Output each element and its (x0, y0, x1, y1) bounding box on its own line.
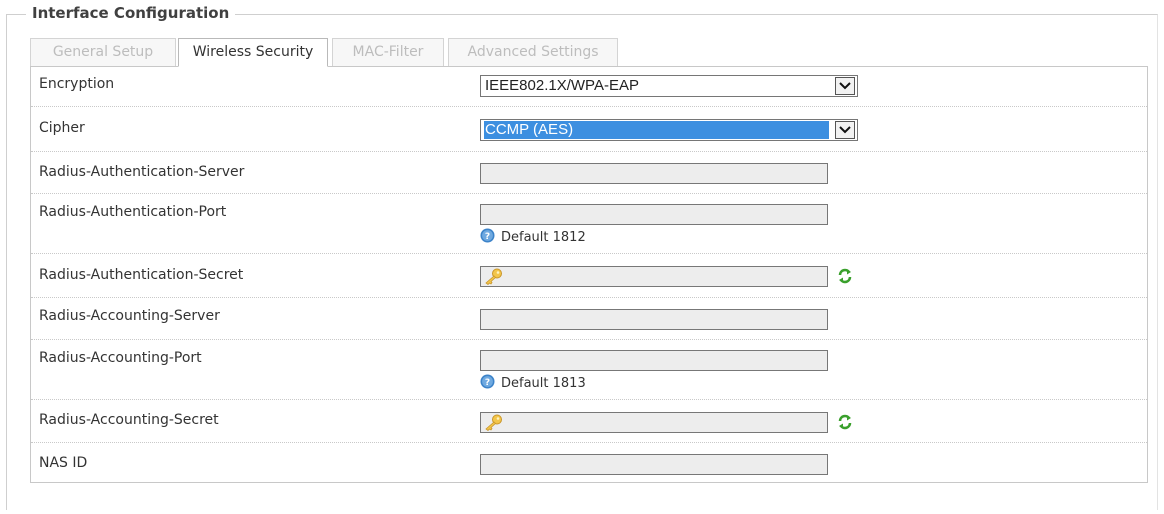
auth-port-hint-text: Default 1812 (501, 230, 586, 245)
auth-port-label: Radius-Authentication-Port (39, 204, 227, 220)
refresh-icon[interactable] (837, 414, 853, 434)
acct-secret-input[interactable] (480, 412, 828, 433)
tab-wireless-security[interactable]: Wireless Security (178, 38, 328, 67)
auth-server-input[interactable] (480, 163, 828, 184)
acct-secret-row: Radius-Accounting-Secret (31, 400, 1147, 443)
acct-port-label: Radius-Accounting-Port (39, 350, 202, 366)
tab-general-setup[interactable]: General Setup (30, 38, 176, 66)
acct-port-hint: ? Default 1813 (480, 374, 586, 393)
nas-id-label: NAS ID (39, 455, 88, 471)
tab-advanced-settings[interactable]: Advanced Settings (448, 38, 618, 66)
acct-server-input[interactable] (480, 309, 828, 330)
auth-secret-input[interactable] (480, 266, 828, 287)
cipher-select[interactable]: CCMP (AES) (480, 119, 858, 141)
auth-port-input[interactable] (480, 204, 828, 225)
nas-id-input[interactable] (480, 454, 828, 475)
encryption-select[interactable]: IEEE802.1X/WPA-EAP (480, 75, 858, 97)
encryption-row: Encryption IEEE802.1X/WPA-EAP (31, 67, 1147, 107)
tab-mac-filter[interactable]: MAC-Filter (332, 38, 444, 66)
acct-port-hint-text: Default 1813 (501, 376, 586, 391)
help-icon: ? (480, 374, 495, 393)
chevron-down-icon[interactable] (835, 77, 855, 95)
key-icon (483, 268, 503, 289)
auth-port-hint: ? Default 1812 (480, 228, 586, 247)
svg-text:?: ? (485, 378, 490, 388)
encryption-value: IEEE802.1X/WPA-EAP (485, 77, 639, 94)
chevron-down-icon[interactable] (835, 121, 855, 139)
auth-secret-row: Radius-Authentication-Secret (31, 254, 1147, 298)
acct-server-label: Radius-Accounting-Server (39, 308, 220, 324)
auth-port-row: Radius-Authentication-Port ? Default 181… (31, 194, 1147, 254)
encryption-label: Encryption (39, 76, 115, 92)
acct-port-input[interactable] (480, 350, 828, 371)
refresh-icon[interactable] (837, 268, 853, 288)
help-icon: ? (480, 228, 495, 247)
key-icon (483, 414, 503, 435)
section-legend: Interface Configuration (26, 4, 236, 22)
cipher-row: Cipher CCMP (AES) (31, 107, 1147, 152)
auth-secret-label: Radius-Authentication-Secret (39, 267, 244, 283)
auth-server-row: Radius-Authentication-Server (31, 152, 1147, 194)
acct-secret-label: Radius-Accounting-Secret (39, 412, 219, 428)
cipher-value: CCMP (AES) (484, 121, 829, 139)
cipher-label: Cipher (39, 120, 85, 136)
nas-id-row: NAS ID (31, 443, 1147, 483)
acct-server-row: Radius-Accounting-Server (31, 298, 1147, 340)
svg-text:?: ? (485, 232, 490, 242)
acct-port-row: Radius-Accounting-Port ? Default 1813 (31, 340, 1147, 400)
wireless-security-panel: Encryption IEEE802.1X/WPA-EAP Cipher CCM… (30, 66, 1148, 483)
auth-server-label: Radius-Authentication-Server (39, 164, 245, 180)
